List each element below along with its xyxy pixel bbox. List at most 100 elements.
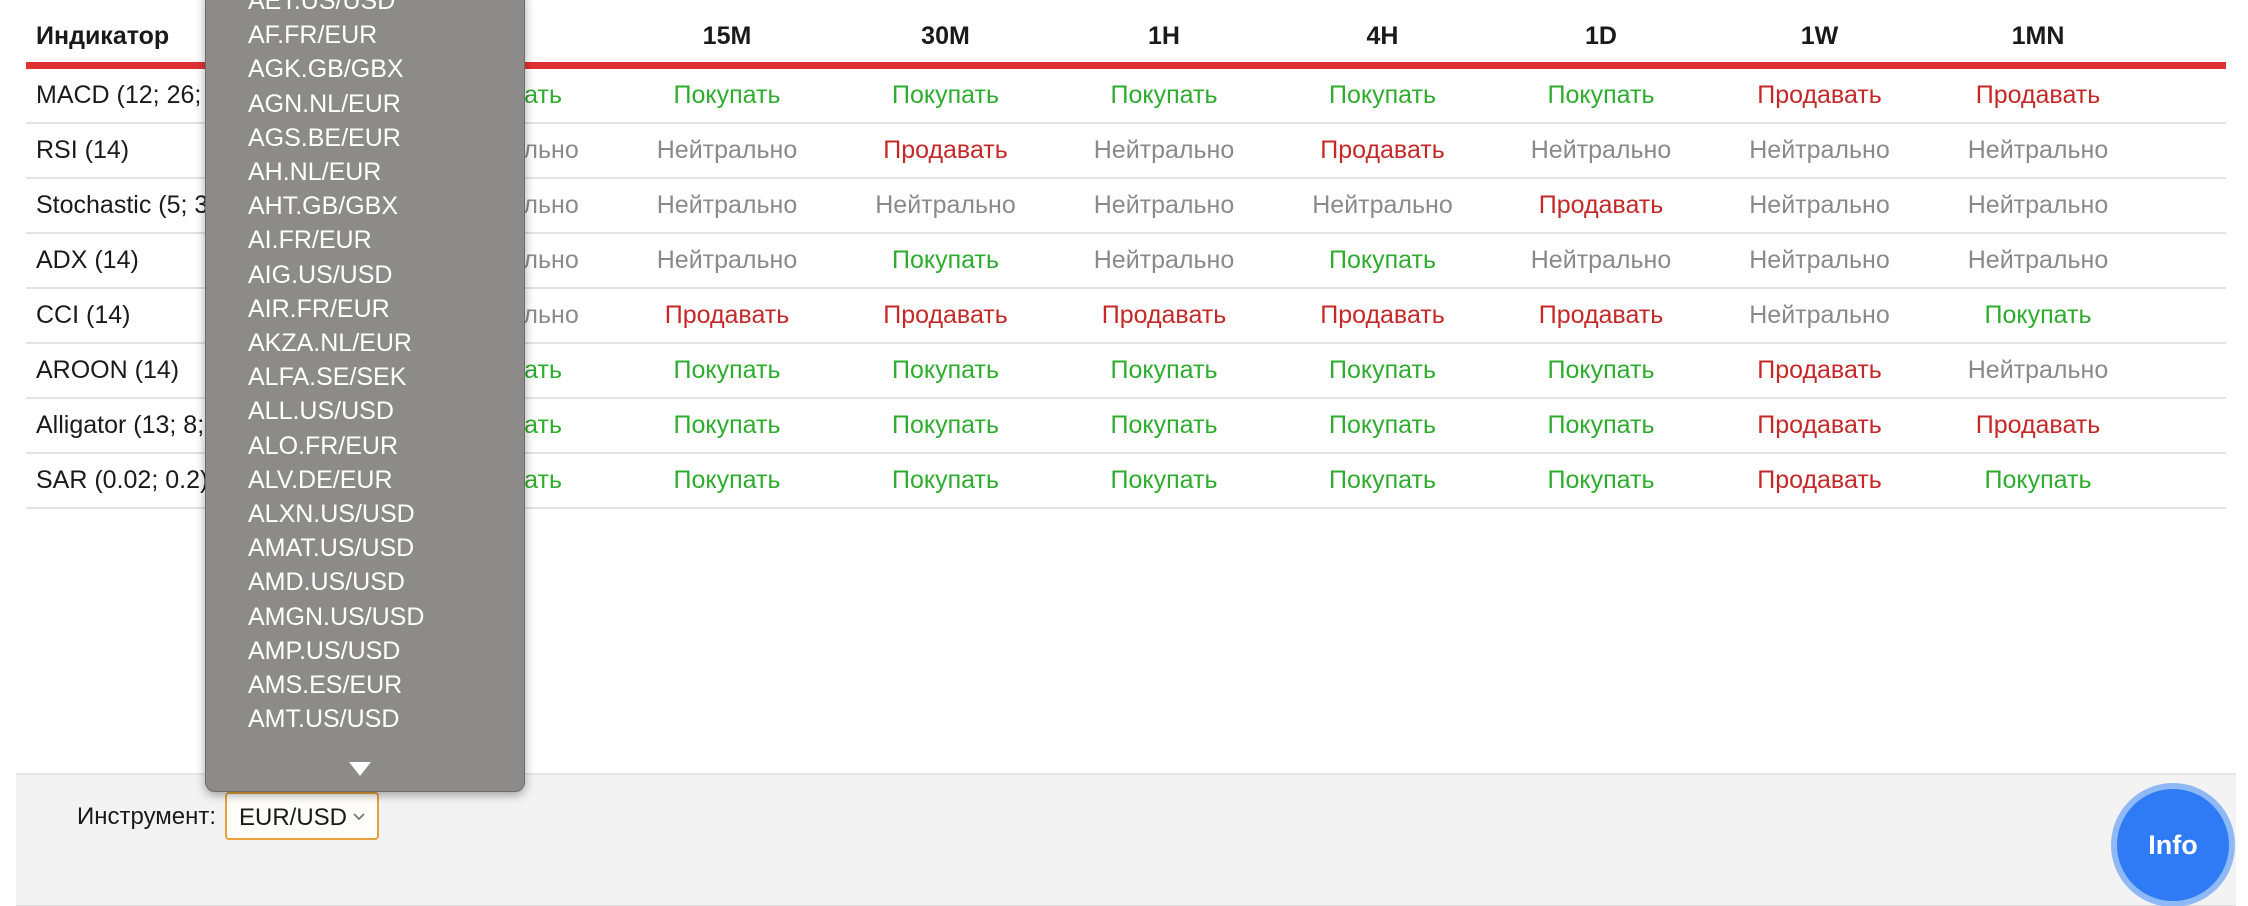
dropdown-option[interactable]: AGN.NL/EUR (248, 90, 401, 119)
signal-cell: Покупать (892, 356, 999, 384)
header-timeframe-1h: 1H (1148, 22, 1180, 50)
signal-cell: Покупать (1110, 81, 1218, 109)
dropdown-option[interactable]: AH.NL/EUR (248, 158, 381, 187)
signal-cell: Покупать (1329, 356, 1436, 384)
signal-cell: Нейтрально (656, 136, 798, 164)
signal-cell: Покупать (1329, 246, 1436, 274)
signal-cell: Покупать (892, 411, 999, 439)
dropdown-option[interactable]: ALXN.US/USD (248, 500, 415, 529)
triangle-down-icon[interactable] (349, 762, 371, 776)
dropdown-option[interactable]: ALO.FR/EUR (248, 432, 398, 461)
dropdown-option[interactable]: AMT.US/USD (248, 705, 399, 734)
signal-cell: Нейтрально (1967, 191, 2109, 219)
instrument-select[interactable]: EUR/USD (225, 792, 379, 840)
info-button[interactable]: Info (2111, 783, 2235, 906)
signal-cell: Покупать (1547, 466, 1655, 494)
signal-cell: Нейтрально (656, 191, 798, 219)
signal-cell: Покупать (1329, 411, 1436, 439)
signal-cell: Нейтрально (875, 191, 1016, 219)
signal-cell: Продавать (883, 136, 1008, 164)
signal-cell: Продавать (1101, 301, 1227, 329)
signal-cell: Покупать (892, 81, 999, 109)
instrument-label: Инструмент: (77, 803, 217, 830)
bottom-bar: Инструмент: EUR/USD (16, 773, 2236, 906)
header-timeframe-1mn: 1MN (2011, 22, 2065, 50)
dropdown-option[interactable]: AHT.GB/GBX (248, 192, 398, 221)
signal-cell: Продавать (1538, 301, 1664, 329)
dropdown-option[interactable]: AGK.GB/GBX (248, 55, 404, 84)
signal-cell: Покупать (1110, 356, 1218, 384)
signal-cell: Покупать (673, 411, 781, 439)
header-timeframe-1w: 1W (1800, 22, 1839, 50)
dropdown-option[interactable]: ALFA.SE/SEK (248, 363, 406, 392)
dropdown-option[interactable]: AIG.US/USD (248, 261, 392, 290)
indicator-name: RSI (14) (36, 136, 130, 164)
signal-cell: Нейтрально (656, 246, 798, 274)
signal-cell: Нейтрально (1530, 246, 1672, 274)
dropdown-option[interactable]: ALV.DE/EUR (248, 466, 393, 495)
signal-cell: Продавать (664, 301, 790, 329)
signal-cell: Нейтрально (1967, 246, 2109, 274)
indicator-name: AROON (14) (36, 356, 180, 384)
signal-cell: Нейтрально (1749, 246, 1890, 274)
signal-cell: Продавать (1320, 136, 1445, 164)
dropdown-option[interactable]: AET.US/USD (248, 0, 395, 16)
signal-cell: Нейтрально (1967, 356, 2109, 384)
dropdown-option[interactable]: AF.FR/EUR (248, 21, 377, 50)
header-indicator: Индикатор (36, 22, 170, 50)
dropdown-option[interactable]: AI.FR/EUR (248, 226, 372, 255)
app-root: Индикатор 1M5M15M30M1H4H1D1W1MN MACD (12… (0, 0, 2248, 906)
dropdown-option[interactable]: AKZA.NL/EUR (248, 329, 412, 358)
signal-cell: Нейтрально (1093, 136, 1235, 164)
indicator-name: CCI (14) (36, 301, 131, 329)
header-timeframe-1d: 1D (1585, 22, 1617, 50)
dropdown-option[interactable]: AMZN.US/USD (248, 739, 420, 741)
signal-cell: Покупать (1984, 466, 2092, 494)
instrument-selected-value: EUR/USD (239, 804, 348, 831)
chevron-down-icon (353, 813, 365, 821)
dropdown-option[interactable]: AMP.US/USD (248, 637, 400, 666)
signal-cell: Покупать (1547, 356, 1655, 384)
dropdown-option[interactable]: AIR.FR/EUR (248, 295, 390, 324)
signal-cell: Нейтрально (1530, 136, 1672, 164)
header-timeframe-15m: 15M (702, 22, 752, 50)
dropdown-option[interactable]: AMAT.US/USD (248, 534, 414, 563)
dropdown-option[interactable]: AMGN.US/USD (248, 603, 424, 632)
signal-cell: Продавать (1538, 191, 1664, 219)
header-timeframe-4h: 4H (1366, 22, 1399, 50)
signal-cell: Покупать (1110, 411, 1218, 439)
signal-cell: Нейтрально (1312, 191, 1453, 219)
signal-cell: Нейтрально (1093, 191, 1235, 219)
signal-cell: Продавать (1320, 301, 1445, 329)
dropdown-option[interactable]: AGS.BE/EUR (248, 124, 401, 153)
signal-cell: Покупать (1547, 411, 1655, 439)
dropdown-options: AET.US/USD AF.FR/EUR AGK.GB/GBX AGN.NL/EUR A… (206, 0, 524, 741)
signal-cell: Продавать (1975, 81, 2101, 109)
signal-cell: Продавать (1975, 411, 2101, 439)
signal-cell: Нейтрально (1749, 191, 1890, 219)
signal-cell: Нейтрально (1749, 136, 1890, 164)
signal-cell: Покупать (673, 356, 781, 384)
header-timeframe-30m: 30M (921, 22, 970, 50)
signal-cell: Нейтрально (1749, 301, 1890, 329)
signal-cell: Продавать (1757, 81, 1882, 109)
dropdown-option[interactable]: AMS.ES/EUR (248, 671, 402, 700)
dropdown-option[interactable]: AMD.US/USD (248, 568, 405, 597)
signal-cell: Покупать (1984, 301, 2092, 329)
signal-cell: Нейтрально (1093, 246, 1235, 274)
signal-cell: Покупать (892, 246, 999, 274)
signal-cell: Продавать (883, 301, 1008, 329)
dropdown-option[interactable]: ALL.US/USD (248, 397, 394, 426)
signal-cell: Покупать (1110, 466, 1218, 494)
signal-cell: Продавать (1757, 411, 1882, 439)
signal-cell: Покупать (1329, 81, 1436, 109)
signal-cell: Покупать (892, 466, 999, 494)
signal-cell: Продавать (1757, 356, 1882, 384)
instrument-dropdown-list[interactable]: AET.US/USD AF.FR/EUR AGK.GB/GBX AGN.NL/EUR A… (205, 0, 525, 792)
signal-cell: Покупать (1329, 466, 1436, 494)
signal-cell: Покупать (1547, 81, 1655, 109)
signal-cell: Нейтрально (1967, 136, 2109, 164)
signal-cell: Покупать (673, 81, 781, 109)
indicator-name: ADX (14) (36, 246, 139, 274)
signal-cell: Продавать (1757, 466, 1882, 494)
